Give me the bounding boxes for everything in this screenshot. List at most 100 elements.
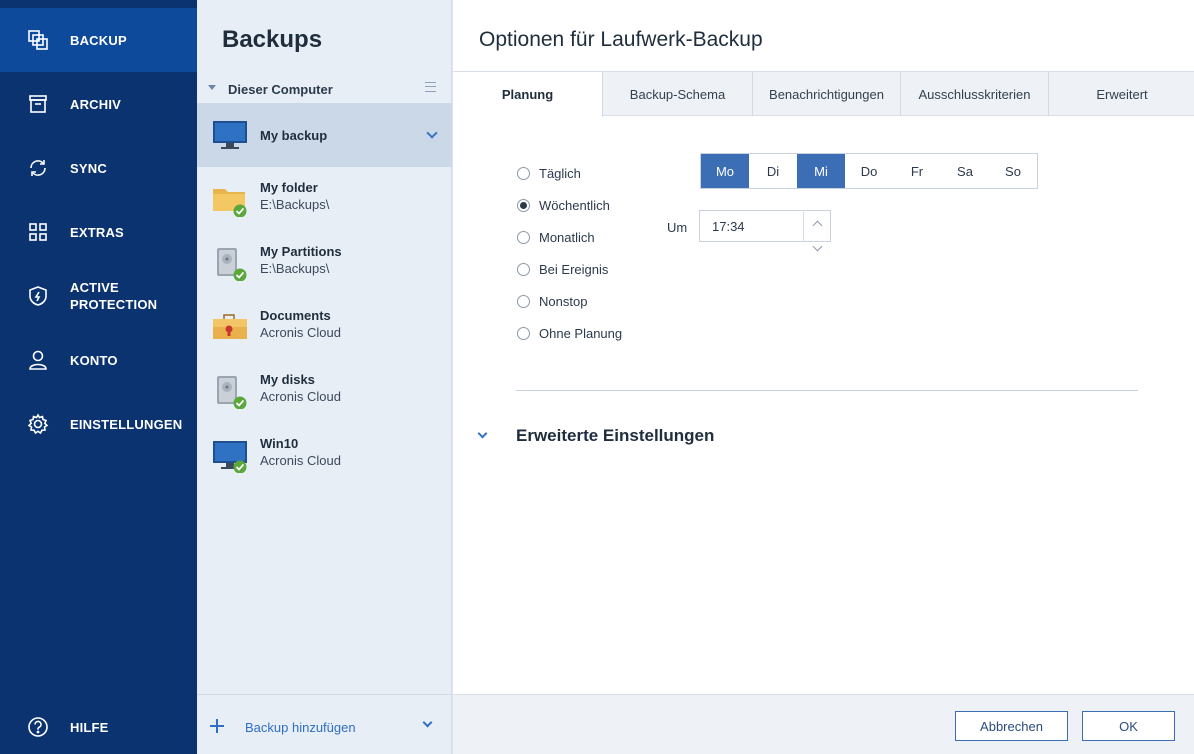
radio-label: Täglich: [539, 165, 581, 181]
nav-item-extras[interactable]: EXTRAS: [0, 200, 197, 264]
tab-backup-schema[interactable]: Backup-Schema: [603, 72, 753, 116]
day-toggle-sa[interactable]: Sa: [941, 154, 989, 188]
main-navigation: BACKUP ARCHIV SYNC EXTRAS ACTIVE PROTECT…: [0, 0, 197, 754]
disk-icon: [212, 245, 248, 282]
day-toggle-fr[interactable]: Fr: [893, 154, 941, 188]
day-toggle-do[interactable]: Do: [845, 154, 893, 188]
backup-item-win10[interactable]: Win10 Acronis Cloud: [197, 423, 452, 487]
backup-name: My Partitions: [260, 244, 342, 259]
chevron-down-icon[interactable]: [477, 428, 488, 439]
backup-name: My disks: [260, 372, 315, 387]
monitor-icon: [212, 117, 248, 153]
radio-nonstop[interactable]: Nonstop: [517, 291, 587, 311]
nav-item-backup[interactable]: BACKUP: [0, 8, 197, 72]
radio-label: Monatlich: [539, 229, 595, 245]
backup-list-pane: Backups Dieser Computer My backup My fol…: [197, 0, 452, 754]
radio-button[interactable]: [517, 262, 530, 276]
nav-item-sync[interactable]: SYNC: [0, 136, 197, 200]
radio-monatlich[interactable]: Monatlich: [517, 227, 595, 247]
day-toggle-di[interactable]: Di: [749, 154, 797, 188]
archive-box-icon: [26, 92, 50, 116]
add-backup-label: Backup hinzufügen: [245, 720, 356, 735]
time-spinner: [803, 210, 832, 252]
backup-location: Acronis Cloud: [260, 453, 341, 468]
gear-icon: [26, 412, 50, 436]
nav-item-hilfe[interactable]: HILFE: [0, 695, 197, 754]
sync-arrows-icon: [26, 156, 50, 180]
plus-icon: [210, 719, 224, 733]
briefcase-icon: [212, 309, 248, 345]
user-icon: [26, 348, 50, 372]
radio-button[interactable]: [517, 294, 530, 308]
section-divider: [516, 390, 1138, 391]
time-decrement-button[interactable]: [804, 226, 832, 252]
radio-woechentlich[interactable]: Wöchentlich: [517, 195, 610, 215]
day-toggle-so[interactable]: So: [989, 154, 1037, 188]
tab-ausschlusskriterien[interactable]: Ausschlusskriterien: [901, 72, 1049, 116]
day-toggle-mo[interactable]: Mo: [701, 154, 749, 188]
group-header[interactable]: Dieser Computer: [197, 76, 452, 102]
add-backup-button[interactable]: Backup hinzufügen: [197, 694, 452, 754]
radio-button[interactable]: [517, 230, 530, 244]
radio-taeglich[interactable]: Täglich: [517, 163, 581, 183]
backup-item-documents[interactable]: Documents Acronis Cloud: [197, 295, 452, 359]
chevron-down-icon[interactable]: [426, 127, 438, 139]
nav-label-einstellungen: EINSTELLUNGEN: [70, 416, 183, 432]
disk-icon: [212, 373, 248, 410]
menu-icon[interactable]: [425, 82, 436, 92]
backup-name: Win10: [260, 436, 299, 451]
backup-name: My folder: [260, 180, 318, 195]
time-increment-button[interactable]: [804, 210, 832, 231]
help-icon: [26, 715, 50, 739]
nav-item-active-protection[interactable]: ACTIVE PROTECTION: [0, 264, 197, 328]
cancel-button[interactable]: Abbrechen: [955, 711, 1068, 741]
nav-label-hilfe: HILFE: [70, 719, 109, 735]
options-tabs: Planung Backup-Schema Benachrichtigungen…: [453, 71, 1194, 117]
shield-icon: [26, 284, 50, 308]
backup-location: Acronis Cloud: [260, 389, 341, 404]
folder-icon: [212, 181, 248, 218]
backup-item-my-disks[interactable]: My disks Acronis Cloud: [197, 359, 452, 423]
page-title: Optionen für Laufwerk-Backup: [479, 28, 763, 51]
nav-label-sync: SYNC: [70, 160, 107, 176]
dialog-footer: Abbrechen OK: [453, 694, 1194, 754]
advanced-settings-toggle[interactable]: Erweiterte Einstellungen: [516, 426, 714, 446]
radio-button-checked[interactable]: [517, 198, 530, 212]
tab-planung[interactable]: Planung: [453, 72, 603, 117]
radio-ohne-planung[interactable]: Ohne Planung: [517, 323, 622, 343]
chevron-down-icon[interactable]: [422, 717, 433, 728]
radio-bei-ereignis[interactable]: Bei Ereignis: [517, 259, 608, 279]
radio-label: Ohne Planung: [539, 325, 623, 341]
nav-label-active-protection: ACTIVE PROTECTION: [70, 280, 158, 312]
grid-tools-icon: [26, 220, 50, 244]
collapse-arrow-icon: [208, 85, 216, 90]
nav-label-backup: BACKUP: [70, 32, 127, 48]
radio-label: Bei Ereignis: [539, 261, 609, 277]
weekday-selector: Mo Di Mi Do Fr Sa So: [700, 153, 1038, 189]
ok-button[interactable]: OK: [1082, 711, 1175, 741]
tab-erweitert[interactable]: Erweitert: [1049, 72, 1194, 116]
backup-copy-icon: [26, 28, 50, 52]
backup-name: Documents: [260, 308, 331, 323]
options-panel: Optionen für Laufwerk-Backup Planung Bac…: [452, 0, 1194, 754]
day-toggle-mi[interactable]: Mi: [797, 154, 845, 188]
backup-item-my-backup[interactable]: My backup: [197, 103, 452, 167]
chevron-down-icon: [812, 241, 823, 252]
nav-label-extras: EXTRAS: [70, 224, 124, 240]
radio-label: Nonstop: [539, 293, 588, 309]
backup-name: My backup: [260, 128, 328, 143]
backup-item-my-partitions[interactable]: My Partitions E:\Backups\: [197, 231, 452, 295]
nav-item-einstellungen[interactable]: EINSTELLUNGEN: [0, 392, 197, 456]
nav-item-archiv[interactable]: ARCHIV: [0, 72, 197, 136]
nav-item-konto[interactable]: KONTO: [0, 328, 197, 392]
radio-button[interactable]: [517, 166, 530, 180]
backup-item-my-folder[interactable]: My folder E:\Backups\: [197, 167, 452, 231]
radio-button[interactable]: [517, 326, 530, 340]
group-label: Dieser Computer: [228, 81, 333, 97]
backup-location: E:\Backups\: [260, 261, 330, 276]
monitor-icon: [212, 437, 248, 474]
nav-label-konto: KONTO: [70, 352, 118, 368]
backup-location: Acronis Cloud: [260, 325, 341, 340]
nav-label-archiv: ARCHIV: [70, 96, 122, 112]
tab-benachrichtigungen[interactable]: Benachrichtigungen: [753, 72, 901, 116]
